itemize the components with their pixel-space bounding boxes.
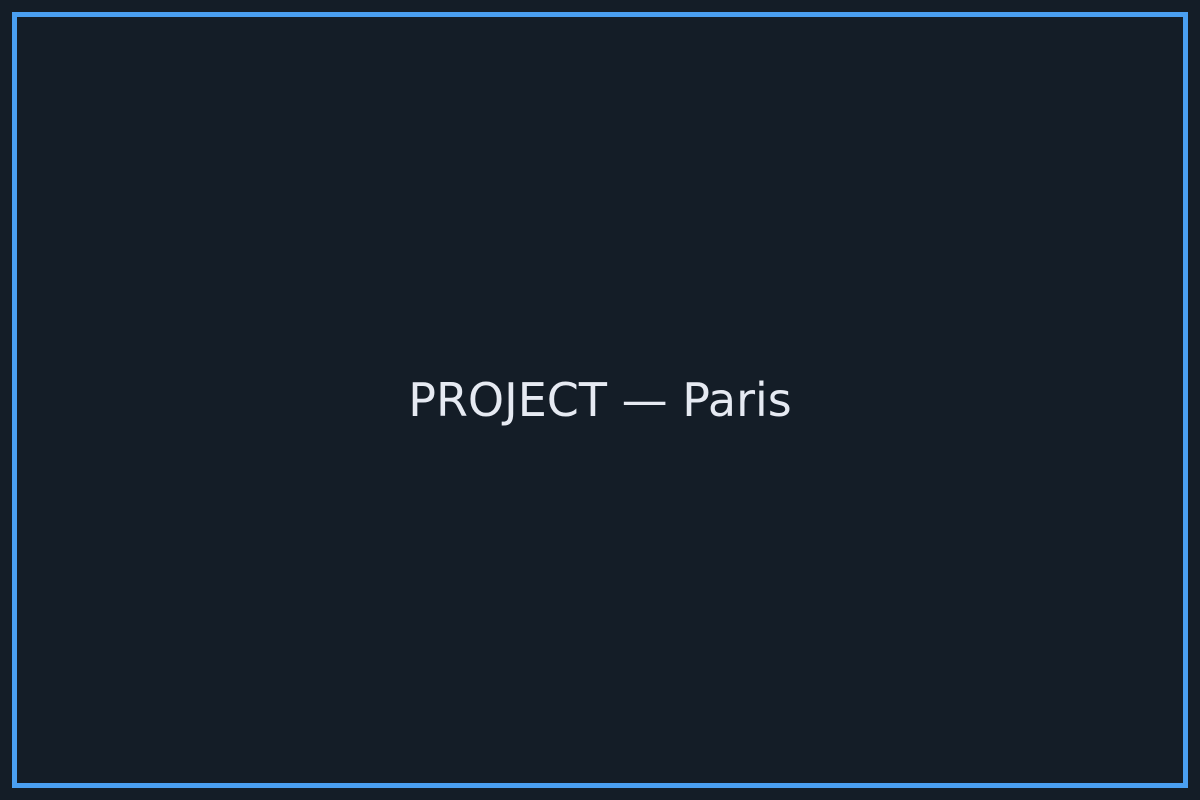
page-title: PROJECT — Paris [408, 373, 792, 427]
title-card-frame: PROJECT — Paris [12, 12, 1188, 788]
